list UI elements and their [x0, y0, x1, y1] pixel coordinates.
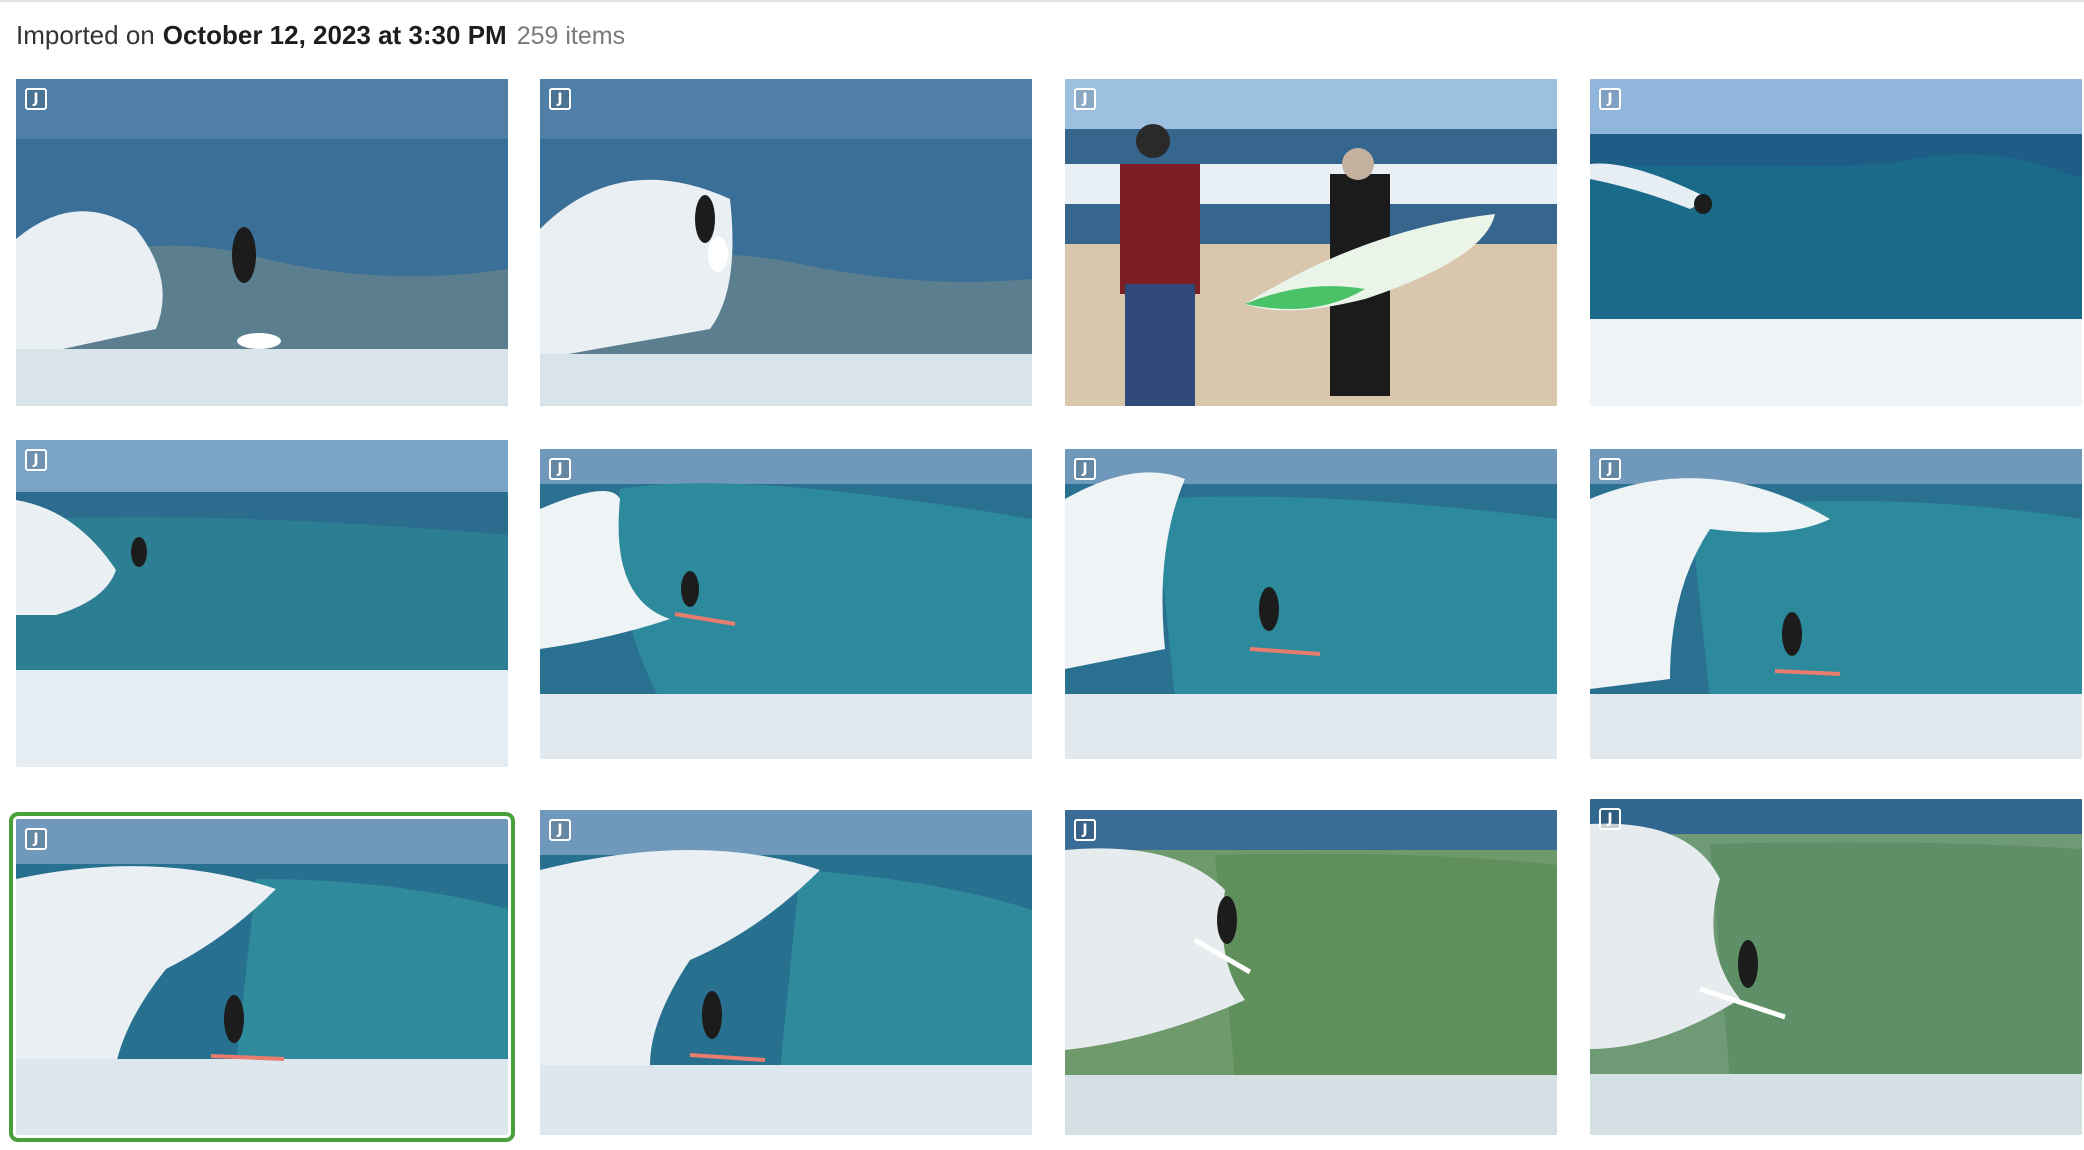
surf-photo — [16, 819, 508, 1135]
photo-thumbnail-7[interactable]: J — [1065, 449, 1557, 759]
surf-photo — [540, 449, 1032, 759]
import-header: Imported on October 12, 2023 at 3:30 PM … — [16, 20, 625, 56]
photo-thumbnail-9[interactable]: J — [9, 812, 515, 1142]
top-divider — [0, 0, 2084, 2]
import-label: Imported on — [16, 20, 155, 50]
surf-photo — [1590, 799, 2082, 1135]
surf-photo — [16, 79, 508, 406]
import-date: October 12, 2023 at 3:30 PM — [162, 20, 507, 50]
photo-thumbnail-4[interactable]: J — [1590, 79, 2082, 406]
photo-thumbnail-10[interactable]: J — [540, 810, 1032, 1135]
jpeg-badge: J — [549, 88, 571, 110]
surf-photo — [540, 79, 1032, 406]
photo-thumbnail-1[interactable]: J — [16, 79, 508, 406]
surf-photo — [1065, 449, 1557, 759]
jpeg-badge: J — [1599, 88, 1621, 110]
jpeg-badge: J — [1599, 808, 1621, 830]
photo-thumbnail-2[interactable]: J — [540, 79, 1032, 406]
photo-thumbnail-12[interactable]: J — [1590, 799, 2082, 1135]
surf-photo — [1065, 810, 1557, 1135]
item-count: 259 items — [516, 22, 626, 50]
jpeg-badge: J — [549, 458, 571, 480]
jpeg-badge: J — [25, 88, 47, 110]
jpeg-badge: J — [1599, 458, 1621, 480]
surf-photo — [1590, 79, 2082, 406]
jpeg-badge: J — [1074, 88, 1096, 110]
surf-photo — [1590, 449, 2082, 759]
surf-photo — [16, 440, 508, 767]
photo-thumbnail-11[interactable]: J — [1065, 810, 1557, 1135]
surf-photo — [540, 810, 1032, 1135]
jpeg-badge: J — [549, 819, 571, 841]
beach-photo — [1065, 79, 1557, 406]
photo-thumbnail-6[interactable]: J — [540, 449, 1032, 759]
jpeg-badge: J — [25, 449, 47, 471]
photo-thumbnail-3[interactable]: J — [1065, 79, 1557, 406]
jpeg-badge: J — [1074, 458, 1096, 480]
jpeg-badge: J — [25, 828, 47, 850]
jpeg-badge: J — [1074, 819, 1096, 841]
photo-thumbnail-5[interactable]: J — [16, 440, 508, 767]
photo-thumbnail-8[interactable]: J — [1590, 449, 2082, 759]
